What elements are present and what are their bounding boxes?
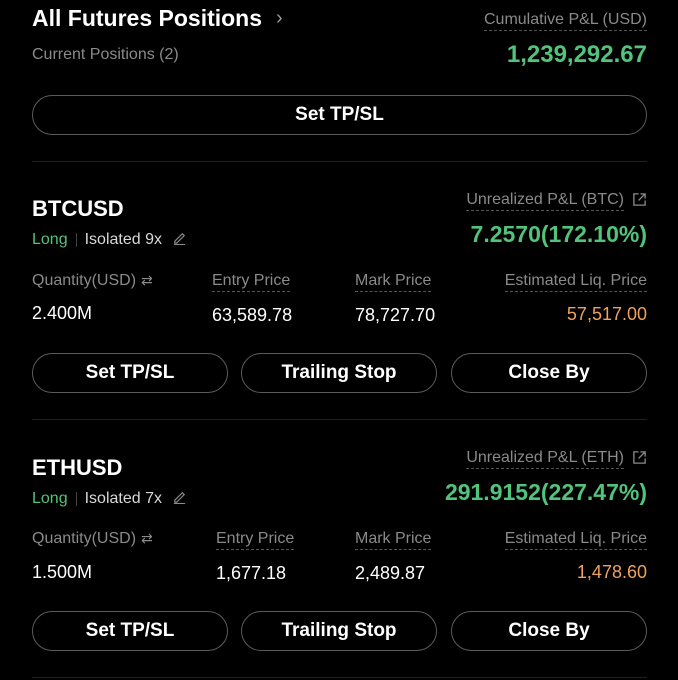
position-symbol[interactable]: ETHUSD xyxy=(32,455,122,481)
quantity-label[interactable]: Quantity(USD) ⇄ xyxy=(32,272,153,290)
pencil-icon[interactable] xyxy=(172,230,187,249)
chevron-right-icon: › xyxy=(276,7,283,29)
quantity-label[interactable]: Quantity(USD) ⇄ xyxy=(32,530,153,548)
mark-price-value: 78,727.70 xyxy=(355,305,436,325)
liq-price-label: Estimated Liq. Price xyxy=(504,530,647,550)
mark-price-label: Mark Price xyxy=(355,530,432,550)
unrealized-pnl-value: 291.9152(227.47%) xyxy=(444,479,647,505)
side-label: Long xyxy=(32,230,68,248)
cumulative-pnl-value: 1,239,292.67 xyxy=(506,41,647,68)
quantity-label-text: Quantity(USD) xyxy=(32,272,137,289)
mark-price-value: 2,489.87 xyxy=(355,563,426,583)
close-by-button[interactable]: Close By xyxy=(451,353,647,393)
divider xyxy=(32,677,647,678)
swap-icon[interactable]: ⇄ xyxy=(141,272,153,288)
unrealized-pnl-label-text: Unrealized P&L (ETH) xyxy=(466,449,624,469)
external-link-icon[interactable] xyxy=(632,450,647,469)
page-title: All Futures Positions xyxy=(32,5,263,31)
entry-price-value: 63,589.78 xyxy=(212,305,293,325)
position-tags: Long Isolated 9x xyxy=(32,230,187,249)
divider xyxy=(32,419,647,420)
current-positions-count: Current Positions (2) xyxy=(32,46,179,63)
unrealized-pnl-value: 7.2570(172.10%) xyxy=(470,221,647,247)
close-by-button[interactable]: Close By xyxy=(451,611,647,651)
liq-price-value: 57,517.00 xyxy=(566,304,647,324)
margin-mode-label: Isolated 7x xyxy=(84,489,162,507)
position-tags: Long Isolated 7x xyxy=(32,489,187,508)
tag-separator xyxy=(75,491,77,506)
divider xyxy=(32,161,647,162)
swap-icon[interactable]: ⇄ xyxy=(141,530,153,546)
position-symbol[interactable]: BTCUSD xyxy=(32,196,124,222)
quantity-value: 2.400M xyxy=(32,303,93,323)
external-link-icon[interactable] xyxy=(632,192,647,211)
unrealized-pnl-label-text: Unrealized P&L (BTC) xyxy=(466,191,624,211)
all-futures-positions-title[interactable]: All Futures Positions › xyxy=(32,5,283,32)
quantity-value: 1.500M xyxy=(32,562,93,582)
entry-price-value: 1,677.18 xyxy=(216,563,287,583)
margin-mode-label: Isolated 9x xyxy=(84,230,162,248)
trailing-stop-button[interactable]: Trailing Stop xyxy=(241,353,437,393)
entry-price-label: Entry Price xyxy=(212,272,291,292)
liq-price-value: 1,478.60 xyxy=(576,562,647,582)
set-tpsl-button[interactable]: Set TP/SL xyxy=(32,353,228,393)
unrealized-pnl-label[interactable]: Unrealized P&L (BTC) xyxy=(466,191,647,211)
entry-price-label: Entry Price xyxy=(216,530,295,550)
unrealized-pnl-label[interactable]: Unrealized P&L (ETH) xyxy=(466,449,647,469)
cumulative-pnl-label[interactable]: Cumulative P&L (USD) xyxy=(483,11,647,31)
quantity-label-text: Quantity(USD) xyxy=(32,530,137,547)
pencil-icon[interactable] xyxy=(172,489,187,508)
mark-price-label: Mark Price xyxy=(355,272,432,292)
set-tpsl-button[interactable]: Set TP/SL xyxy=(32,611,228,651)
liq-price-label: Estimated Liq. Price xyxy=(504,272,647,292)
trailing-stop-button[interactable]: Trailing Stop xyxy=(241,611,437,651)
side-label: Long xyxy=(32,489,68,507)
set-tpsl-all-button[interactable]: Set TP/SL xyxy=(32,95,647,135)
tag-separator xyxy=(75,232,77,247)
